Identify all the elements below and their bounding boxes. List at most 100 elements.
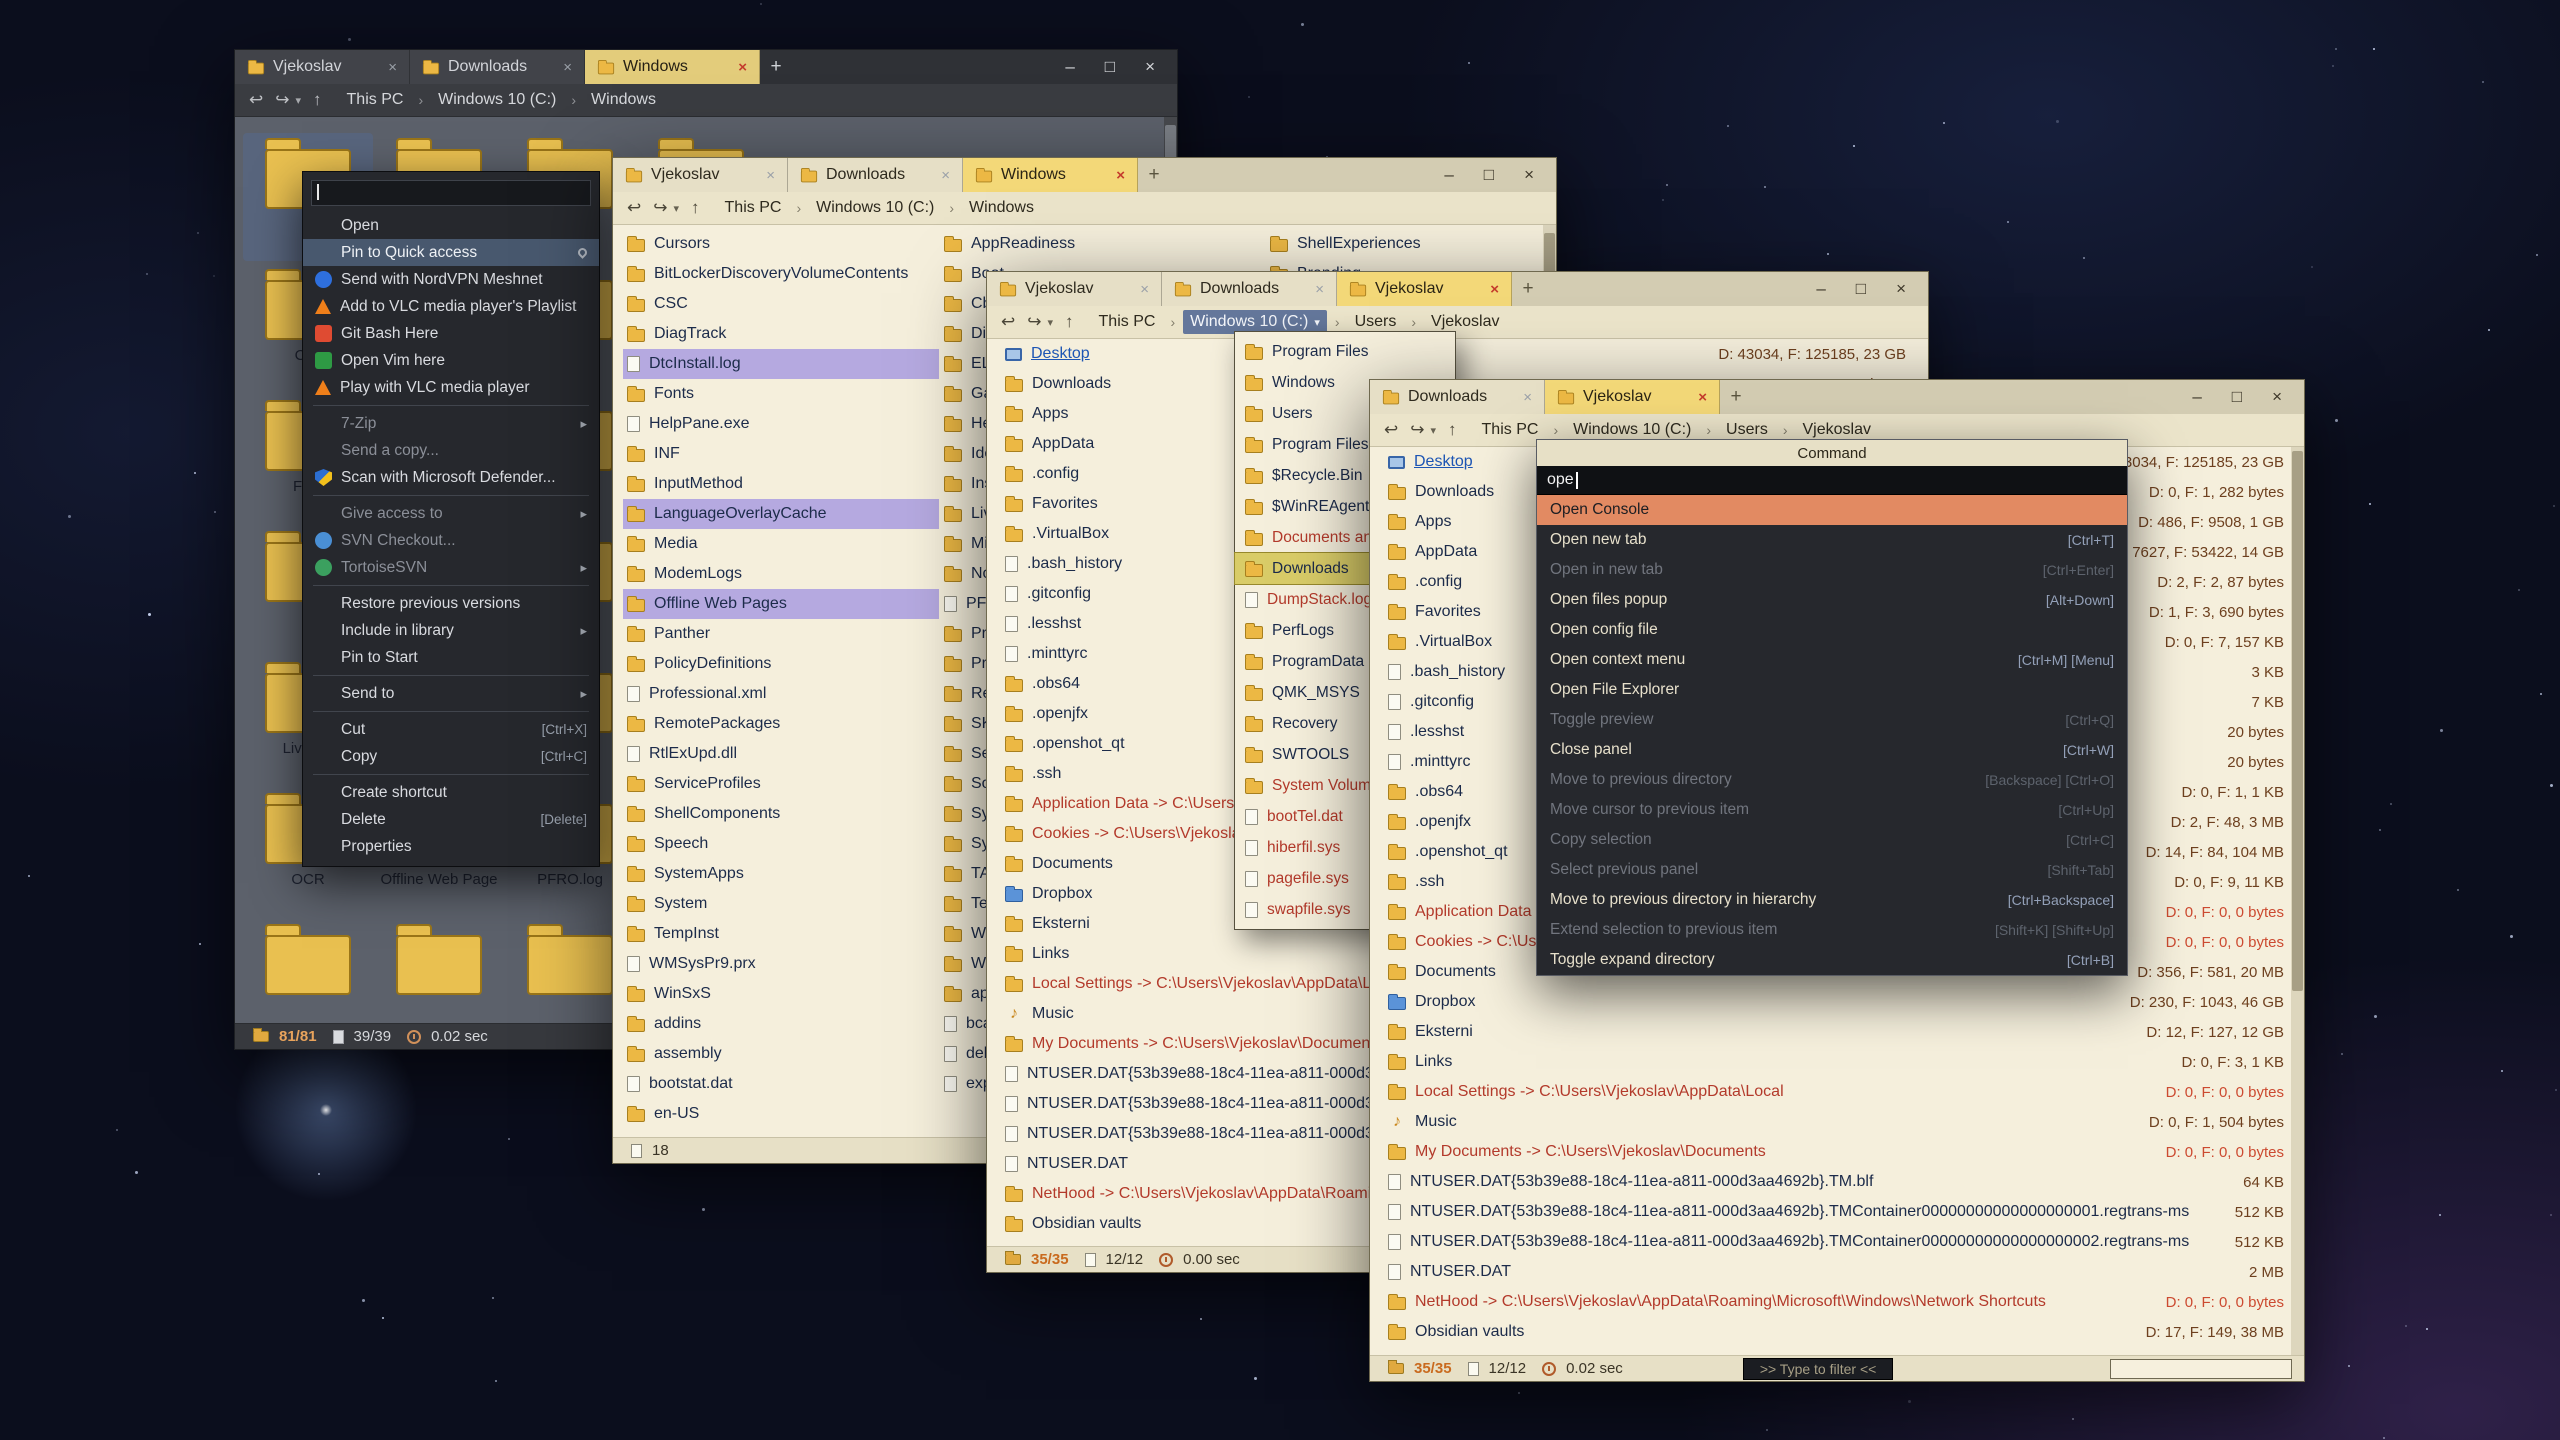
file-row-dtcinstall-log[interactable]: DtcInstall.log bbox=[623, 349, 939, 379]
command-item-toggle-preview[interactable]: Toggle preview[Ctrl+Q] bbox=[1537, 705, 2127, 735]
maximize-button[interactable]: □ bbox=[2232, 387, 2242, 407]
command-item-open-in-new-tab[interactable]: Open in new tab[Ctrl+Enter] bbox=[1537, 555, 2127, 585]
up-icon[interactable]: ↑ bbox=[313, 90, 322, 110]
tab-downloads[interactable]: Downloads× bbox=[788, 158, 963, 192]
context-menu-item-send-a-copy[interactable]: Send a copy... bbox=[303, 437, 599, 464]
tab-vjekoslav[interactable]: Vjekoslav× bbox=[987, 272, 1162, 306]
new-tab-button[interactable]: + bbox=[1138, 158, 1170, 192]
file-row-helppane-exe[interactable]: HelpPane.exe bbox=[623, 409, 939, 439]
back-icon[interactable]: ↩ bbox=[1001, 312, 1015, 332]
file-row-system[interactable]: System bbox=[623, 889, 939, 919]
file-row-csc[interactable]: CSC bbox=[623, 289, 939, 319]
file-row-systemapps[interactable]: SystemApps bbox=[623, 859, 939, 889]
close-tab-icon[interactable]: × bbox=[1116, 167, 1125, 184]
file-row-speech[interactable]: Speech bbox=[623, 829, 939, 859]
context-menu-item-include-in-library[interactable]: Include in library▸ bbox=[303, 617, 599, 644]
file-row-policydefinitions[interactable]: PolicyDefinitions bbox=[623, 649, 939, 679]
maximize-button[interactable]: □ bbox=[1105, 57, 1115, 77]
context-menu-item-give-access-to[interactable]: Give access to▸ bbox=[303, 500, 599, 527]
command-item-open-new-tab[interactable]: Open new tab[Ctrl+T] bbox=[1537, 525, 2127, 555]
folder-tile[interactable] bbox=[374, 919, 504, 1023]
command-item-close-panel[interactable]: Close panel[Ctrl+W] bbox=[1537, 735, 2127, 765]
command-item-open-files-popup[interactable]: Open files popup[Alt+Down] bbox=[1537, 585, 2127, 615]
close-tab-icon[interactable]: × bbox=[1490, 281, 1499, 298]
minimize-button[interactable]: – bbox=[1816, 279, 1825, 299]
breadcrumb-windows-10-c[interactable]: Windows 10 (C:) bbox=[431, 88, 563, 112]
file-row-nethood-c-users-vjekoslav-appdata-roaming-microsoft-windows-network-shortcuts[interactable]: NetHood -> C:\Users\Vjekoslav\AppData\Ro… bbox=[1384, 1287, 2290, 1317]
file-row-remotepackages[interactable]: RemotePackages bbox=[623, 709, 939, 739]
new-tab-button[interactable]: + bbox=[1512, 272, 1544, 306]
close-button[interactable]: × bbox=[1145, 57, 1155, 77]
command-item-open-console[interactable]: Open Console bbox=[1537, 495, 2127, 525]
file-row-ntuser-dat-53b39e88-18c4-11ea-a811-000d3aa4692b-tmcontainer00000000000000000001-regtrans-ms[interactable]: NTUSER.DAT{53b39e88-18c4-11ea-a811-000d3… bbox=[1384, 1197, 2290, 1227]
command-item-select-previous-panel[interactable]: Select previous panel[Shift+Tab] bbox=[1537, 855, 2127, 885]
command-item-move-cursor-to-previous-item[interactable]: Move cursor to previous item[Ctrl+Up] bbox=[1537, 795, 2127, 825]
file-row-inputmethod[interactable]: InputMethod bbox=[623, 469, 939, 499]
history-dropdown-icon[interactable]: ▾ bbox=[1431, 424, 1437, 437]
file-row-shellcomponents[interactable]: ShellComponents bbox=[623, 799, 939, 829]
tab-bar-drag-area[interactable] bbox=[792, 50, 1043, 84]
file-row-professional-xml[interactable]: Professional.xml bbox=[623, 679, 939, 709]
file-row-bootstat-dat[interactable]: bootstat.dat bbox=[623, 1069, 939, 1099]
file-row-languageoverlaycache[interactable]: LanguageOverlayCache bbox=[623, 499, 939, 529]
context-menu-item-cut[interactable]: Cut[Ctrl+X] bbox=[303, 716, 599, 743]
forward-icon[interactable]: ↪ bbox=[1027, 312, 1041, 332]
breadcrumb-this-pc[interactable]: This PC bbox=[718, 196, 789, 220]
tab-vjekoslav[interactable]: Vjekoslav× bbox=[235, 50, 410, 84]
file-row-en-us[interactable]: en-US bbox=[623, 1099, 939, 1129]
file-row-local-settings-c-users-vjekoslav-appdata-local[interactable]: Local Settings -> C:\Users\Vjekoslav\App… bbox=[1384, 1077, 2290, 1107]
type-to-filter-button[interactable]: >> Type to filter << bbox=[1743, 1358, 1893, 1380]
filter-input[interactable] bbox=[2110, 1359, 2292, 1379]
close-tab-icon[interactable]: × bbox=[941, 167, 950, 184]
file-row-eksterni[interactable]: EksterniD: 12, F: 127, 12 GB bbox=[1384, 1017, 2290, 1047]
vertical-scrollbar[interactable] bbox=[2291, 447, 2304, 1355]
history-dropdown-icon[interactable]: ▾ bbox=[674, 202, 680, 215]
close-tab-icon[interactable]: × bbox=[563, 59, 572, 76]
context-menu-item-open[interactable]: Open bbox=[303, 212, 599, 239]
breadcrumb-windows[interactable]: Windows bbox=[962, 196, 1041, 220]
tab-bar-drag-area[interactable] bbox=[1170, 158, 1422, 192]
tab-windows[interactable]: Windows× bbox=[963, 158, 1138, 192]
command-item-open-config-file[interactable]: Open config file bbox=[1537, 615, 2127, 645]
file-row-fonts[interactable]: Fonts bbox=[623, 379, 939, 409]
file-row-ntuser-dat-53b39e88-18c4-11ea-a811-000d3aa4692b-tm-blf[interactable]: NTUSER.DAT{53b39e88-18c4-11ea-a811-000d3… bbox=[1384, 1167, 2290, 1197]
tab-bar-drag-area[interactable] bbox=[1544, 272, 1794, 306]
tab-bar-drag-area[interactable] bbox=[1752, 380, 2170, 414]
command-item-open-file-explorer[interactable]: Open File Explorer bbox=[1537, 675, 2127, 705]
file-row-rtlexupd-dll[interactable]: RtlExUpd.dll bbox=[623, 739, 939, 769]
close-tab-icon[interactable]: × bbox=[1698, 389, 1707, 406]
command-item-extend-selection-to-previous-item[interactable]: Extend selection to previous item[Shift+… bbox=[1537, 915, 2127, 945]
file-row-serviceprofiles[interactable]: ServiceProfiles bbox=[623, 769, 939, 799]
context-menu-item-send-with-nordvpn-meshnet[interactable]: Send with NordVPN Meshnet bbox=[303, 266, 599, 293]
file-row-modemlogs[interactable]: ModemLogs bbox=[623, 559, 939, 589]
file-row-my-documents-c-users-vjekoslav-documents[interactable]: My Documents -> C:\Users\Vjekoslav\Docum… bbox=[1384, 1137, 2290, 1167]
file-row-wmsyspr9-prx[interactable]: WMSysPr9.prx bbox=[623, 949, 939, 979]
file-row-dropbox[interactable]: DropboxD: 230, F: 1043, 46 GB bbox=[1384, 987, 2290, 1017]
close-tab-icon[interactable]: × bbox=[738, 59, 747, 76]
command-item-copy-selection[interactable]: Copy selection[Ctrl+C] bbox=[1537, 825, 2127, 855]
file-row-desktop[interactable]: DesktopD: 43034, F: 125185, 23 GB bbox=[1001, 339, 1912, 369]
file-row-links[interactable]: LinksD: 0, F: 3, 1 KB bbox=[1384, 1047, 2290, 1077]
close-tab-icon[interactable]: × bbox=[766, 167, 775, 184]
forward-icon[interactable]: ↪ bbox=[275, 90, 289, 110]
file-row-assembly[interactable]: assembly bbox=[623, 1039, 939, 1069]
breadcrumb-this-pc[interactable]: This PC bbox=[1475, 418, 1546, 442]
history-dropdown-icon[interactable]: ▾ bbox=[296, 94, 302, 107]
context-menu-item-send-to[interactable]: Send to▸ bbox=[303, 680, 599, 707]
maximize-button[interactable]: □ bbox=[1856, 279, 1866, 299]
close-tab-icon[interactable]: × bbox=[1523, 389, 1532, 406]
command-item-open-context-menu[interactable]: Open context menu[Ctrl+M] [Menu] bbox=[1537, 645, 2127, 675]
command-item-toggle-expand-directory[interactable]: Toggle expand directory[Ctrl+B] bbox=[1537, 945, 2127, 975]
close-button[interactable]: × bbox=[2272, 387, 2282, 407]
tab-downloads[interactable]: Downloads× bbox=[1162, 272, 1337, 306]
file-row-music[interactable]: ♪MusicD: 0, F: 1, 504 bytes bbox=[1384, 1107, 2290, 1137]
context-menu-item-tortoisesvn[interactable]: TortoiseSVN▸ bbox=[303, 554, 599, 581]
file-row-diagtrack[interactable]: DiagTrack bbox=[623, 319, 939, 349]
close-button[interactable]: × bbox=[1896, 279, 1906, 299]
context-menu-item-restore-previous-versions[interactable]: Restore previous versions bbox=[303, 590, 599, 617]
context-menu-item-pin-to-start[interactable]: Pin to Start bbox=[303, 644, 599, 671]
file-row-bitlockerdiscoveryvolumecontents[interactable]: BitLockerDiscoveryVolumeContents bbox=[623, 259, 939, 289]
up-icon[interactable]: ↑ bbox=[1448, 420, 1457, 440]
file-row-addins[interactable]: addins bbox=[623, 1009, 939, 1039]
context-menu-item-copy[interactable]: Copy[Ctrl+C] bbox=[303, 743, 599, 770]
